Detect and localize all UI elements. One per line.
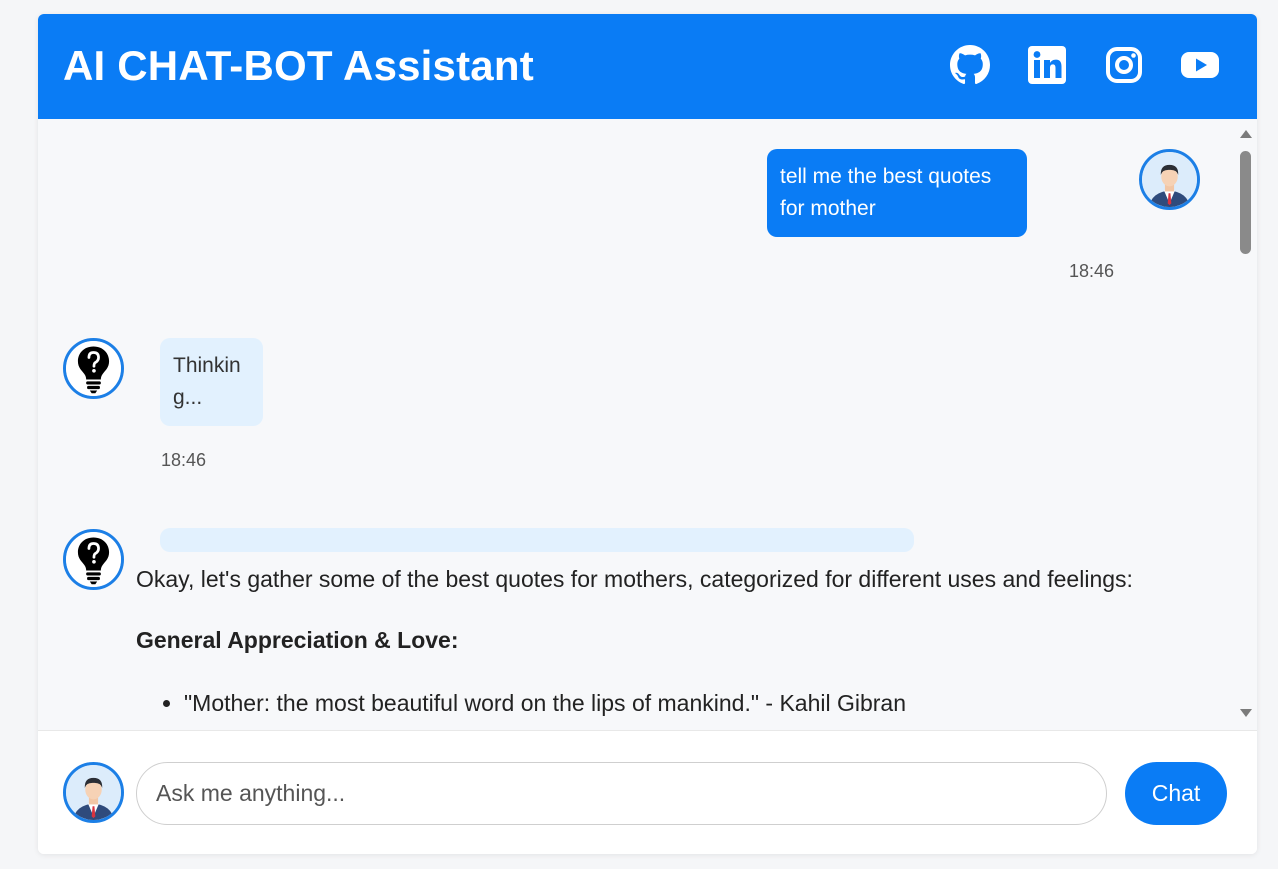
response-section-heading: General Appreciation & Love: — [136, 627, 459, 653]
scroll-up-arrow-icon[interactable] — [1240, 130, 1252, 138]
github-icon[interactable] — [950, 45, 990, 85]
response-intro: Okay, let's gather some of the best quot… — [136, 566, 1133, 592]
app-title: AI CHAT-BOT Assistant — [63, 42, 534, 89]
bot-thinking-bubble: Thinking... — [160, 338, 263, 426]
quote-item: "A mother's love is the fuel that enable… — [184, 721, 1256, 730]
bot-avatar — [63, 529, 124, 590]
chat-send-button[interactable]: Chat — [1125, 762, 1227, 825]
bot-response-bubble — [160, 528, 914, 552]
quote-list: "Mother: the most beautiful word on the … — [136, 685, 1256, 730]
user-message-bubble: tell me the best quotes for mother — [767, 149, 1027, 237]
message-timestamp: 18:46 — [1069, 261, 1115, 281]
chat-app: AI CHAT-BOT Assistant tell me the best q… — [38, 14, 1257, 854]
message-input[interactable] — [136, 762, 1107, 825]
scrollbar-thumb[interactable] — [1240, 151, 1251, 254]
user-avatar — [1139, 149, 1200, 210]
youtube-icon[interactable] — [1180, 45, 1220, 85]
user-avatar — [63, 762, 124, 823]
lightbulb-question-icon — [66, 532, 121, 587]
input-bar: Chat — [38, 730, 1257, 854]
quote-item: "Mother: the most beautiful word on the … — [184, 685, 1216, 721]
message-timestamp: 18:46 — [161, 450, 207, 470]
linkedin-icon[interactable] — [1027, 45, 1067, 85]
chat-scrollbar[interactable] — [1234, 119, 1257, 730]
chat-messages[interactable]: tell me the best quotes for mother 18:46 — [38, 119, 1257, 730]
instagram-icon[interactable] — [1104, 45, 1144, 85]
bot-response-content: Okay, let's gather some of the best quot… — [136, 563, 1256, 730]
scroll-down-arrow-icon[interactable] — [1240, 709, 1252, 717]
bot-avatar — [63, 338, 124, 399]
lightbulb-question-icon — [66, 341, 121, 396]
header: AI CHAT-BOT Assistant — [38, 14, 1257, 119]
